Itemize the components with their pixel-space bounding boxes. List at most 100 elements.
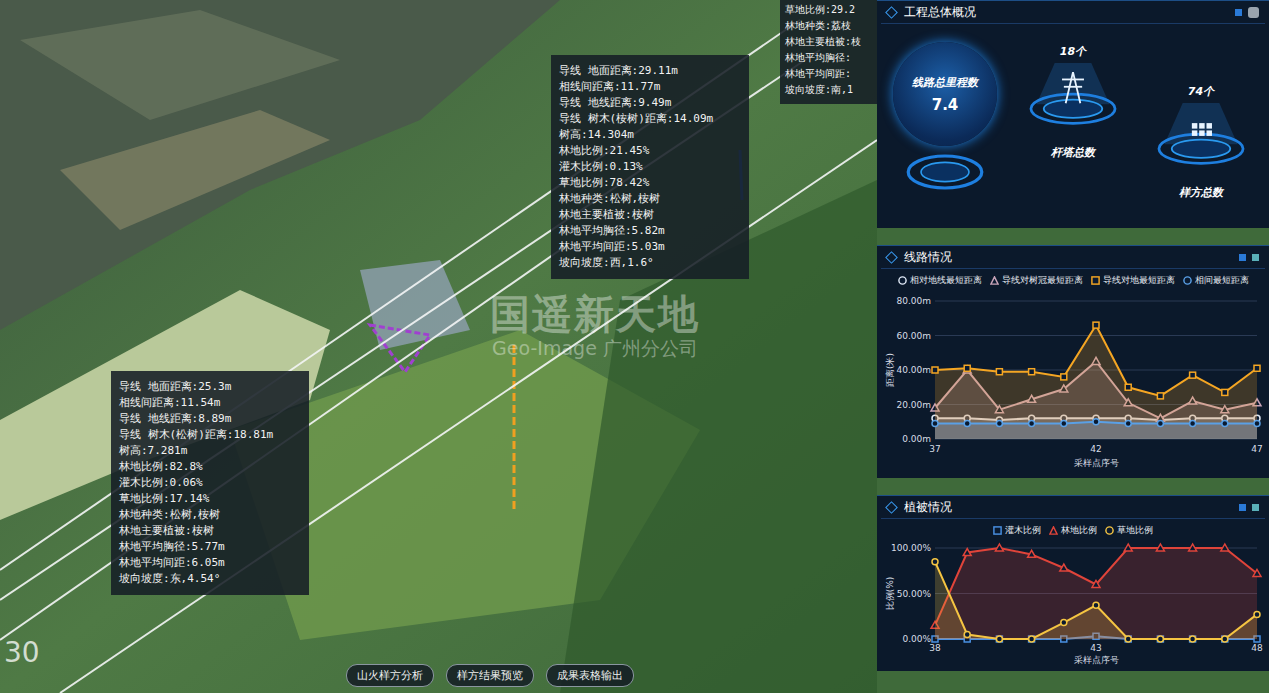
- legend-item[interactable]: 林地比例: [1049, 524, 1097, 537]
- chart-series: [931, 544, 1261, 639]
- legend-item[interactable]: 相间最短距离: [1183, 274, 1249, 287]
- map-view[interactable]: 国遥新天地Geo-Image 广州分公司导线 地面距离:29.11m相线间距离:…: [0, 0, 877, 693]
- x-tick: 48: [1251, 643, 1263, 653]
- x-axis-title: 采样点序号: [1074, 655, 1119, 665]
- line-chart: 距离(米)80.00m60.00m40.00m20.00m0.00m374247…: [881, 289, 1265, 471]
- data-point[interactable]: [964, 631, 970, 637]
- tooltip-line: 林地平均胸径:5.82m: [559, 223, 741, 239]
- legend-item[interactable]: 导线对树冠最短距离: [990, 274, 1083, 287]
- toolbar-button[interactable]: 成果表格输出: [546, 664, 634, 687]
- data-point[interactable]: [1222, 420, 1228, 426]
- legend-item[interactable]: 草地比例: [1105, 524, 1153, 537]
- data-point[interactable]: [1029, 636, 1035, 642]
- data-point[interactable]: [1222, 636, 1228, 642]
- info-tooltip: 导线 地面距离:29.11m相线间距离:11.77m导线 地线距离:9.49m导…: [551, 55, 749, 279]
- data-point[interactable]: [1125, 384, 1131, 390]
- data-point[interactable]: [1190, 636, 1196, 642]
- y-axis-title: 比例(%): [885, 577, 895, 611]
- data-point[interactable]: [963, 549, 971, 556]
- data-point[interactable]: [996, 369, 1002, 375]
- chart-legend: 相对地线最短距离导线对树冠最短距离 导线对地最短距离相间最短距离: [881, 269, 1265, 289]
- diamond-icon: [885, 501, 898, 514]
- y-tick: 20.00m: [896, 400, 931, 410]
- square-icon: [1239, 254, 1246, 261]
- data-point[interactable]: [1061, 420, 1067, 426]
- toggle-icon[interactable]: [1248, 7, 1259, 18]
- data-point[interactable]: [996, 636, 1002, 642]
- data-point[interactable]: [1028, 550, 1036, 557]
- tower-marker: [513, 345, 516, 510]
- data-point[interactable]: [1156, 544, 1164, 551]
- tooltip-line: 林地种类:松树,桉树: [559, 191, 741, 207]
- vegetation-chart: 比例(%)100.00%50.00%0.00%384348采样点序号: [881, 539, 1265, 667]
- legend-item[interactable]: 灌木比例: [993, 524, 1041, 537]
- data-point[interactable]: [1189, 544, 1197, 551]
- tooltip-line: 林地平均胸径:5.77m: [119, 539, 301, 555]
- data-point[interactable]: [1061, 374, 1067, 380]
- x-tick: 38: [929, 643, 941, 653]
- legend-label: 灌木比例: [1005, 524, 1041, 537]
- series-area: [935, 548, 1257, 639]
- tooltip-line: 导线 地线距离:9.49m: [559, 95, 741, 111]
- tooltip-line: 树高:14.304m: [559, 127, 741, 143]
- data-point[interactable]: [996, 420, 1002, 426]
- vegetation-panel: 植被情况灌木比例林地比例草地比例比例(%)100.00%50.00%0.00%3…: [877, 495, 1269, 671]
- data-point[interactable]: [1222, 389, 1228, 395]
- toolbar-button[interactable]: 样方结果预览: [446, 664, 534, 687]
- toolbar-button[interactable]: 山火样方分析: [346, 664, 434, 687]
- data-point[interactable]: [1061, 620, 1067, 626]
- data-point[interactable]: [1254, 611, 1260, 617]
- tooltip-line: 林地主要植被:枝: [785, 34, 873, 50]
- legend-marker-icon: [993, 526, 1002, 535]
- data-point[interactable]: [1254, 365, 1260, 371]
- data-point[interactable]: [1092, 580, 1100, 587]
- data-point[interactable]: [1222, 636, 1228, 642]
- legend-item[interactable]: 导线对地最短距离: [1091, 274, 1175, 287]
- data-point[interactable]: [932, 420, 938, 426]
- data-point[interactable]: [1221, 544, 1229, 551]
- data-point[interactable]: [995, 544, 1003, 551]
- x-tick: 42: [1090, 444, 1101, 454]
- data-point[interactable]: [1125, 636, 1131, 642]
- data-point[interactable]: [1124, 544, 1132, 551]
- data-point[interactable]: [1060, 564, 1068, 571]
- y-tick: 40.00m: [896, 365, 931, 375]
- data-point[interactable]: [996, 636, 1002, 642]
- data-point[interactable]: [932, 559, 938, 565]
- data-point[interactable]: [964, 420, 970, 426]
- data-point[interactable]: [1029, 369, 1035, 375]
- legend-label: 林地比例: [1061, 524, 1097, 537]
- data-point[interactable]: [1125, 636, 1131, 642]
- data-point[interactable]: [1157, 420, 1163, 426]
- data-point[interactable]: [1254, 420, 1260, 426]
- tooltip-line: 林地平均间距:6.05m: [119, 555, 301, 571]
- data-point[interactable]: [1029, 636, 1035, 642]
- tooltip-line: 林地比例:82.8%: [119, 459, 301, 475]
- data-point[interactable]: [1029, 420, 1035, 426]
- data-point[interactable]: [1157, 636, 1163, 642]
- tooltip-line: 草地比例:29.2: [785, 2, 873, 18]
- tooltip-line: 坡向坡度:西,1.6°: [559, 255, 741, 271]
- legend-label: 导线对地最短距离: [1103, 274, 1175, 287]
- stat-item: 74个样方总数: [1137, 24, 1265, 228]
- chart-series: [932, 559, 1260, 642]
- data-point[interactable]: [1190, 372, 1196, 378]
- stat-label: 样方总数: [1179, 185, 1223, 200]
- data-point[interactable]: [932, 367, 938, 373]
- data-point[interactable]: [963, 366, 971, 373]
- data-point[interactable]: [1190, 420, 1196, 426]
- data-point[interactable]: [1253, 569, 1261, 576]
- tooltip-line: 导线 地线距离:8.89m: [119, 411, 301, 427]
- data-point[interactable]: [1157, 636, 1163, 642]
- data-point[interactable]: [964, 365, 970, 371]
- data-point[interactable]: [1125, 420, 1131, 426]
- corner-label: 30: [4, 636, 40, 669]
- legend-item[interactable]: 相对地线最短距离: [898, 274, 982, 287]
- data-point[interactable]: [1157, 393, 1163, 399]
- data-point[interactable]: [1093, 322, 1099, 328]
- data-point[interactable]: [1190, 636, 1196, 642]
- data-point[interactable]: [1093, 602, 1099, 608]
- tooltip-line: 导线 地面距离:25.3m: [119, 379, 301, 395]
- data-point[interactable]: [1093, 419, 1099, 425]
- tooltip-line: 草地比例:78.42%: [559, 175, 741, 191]
